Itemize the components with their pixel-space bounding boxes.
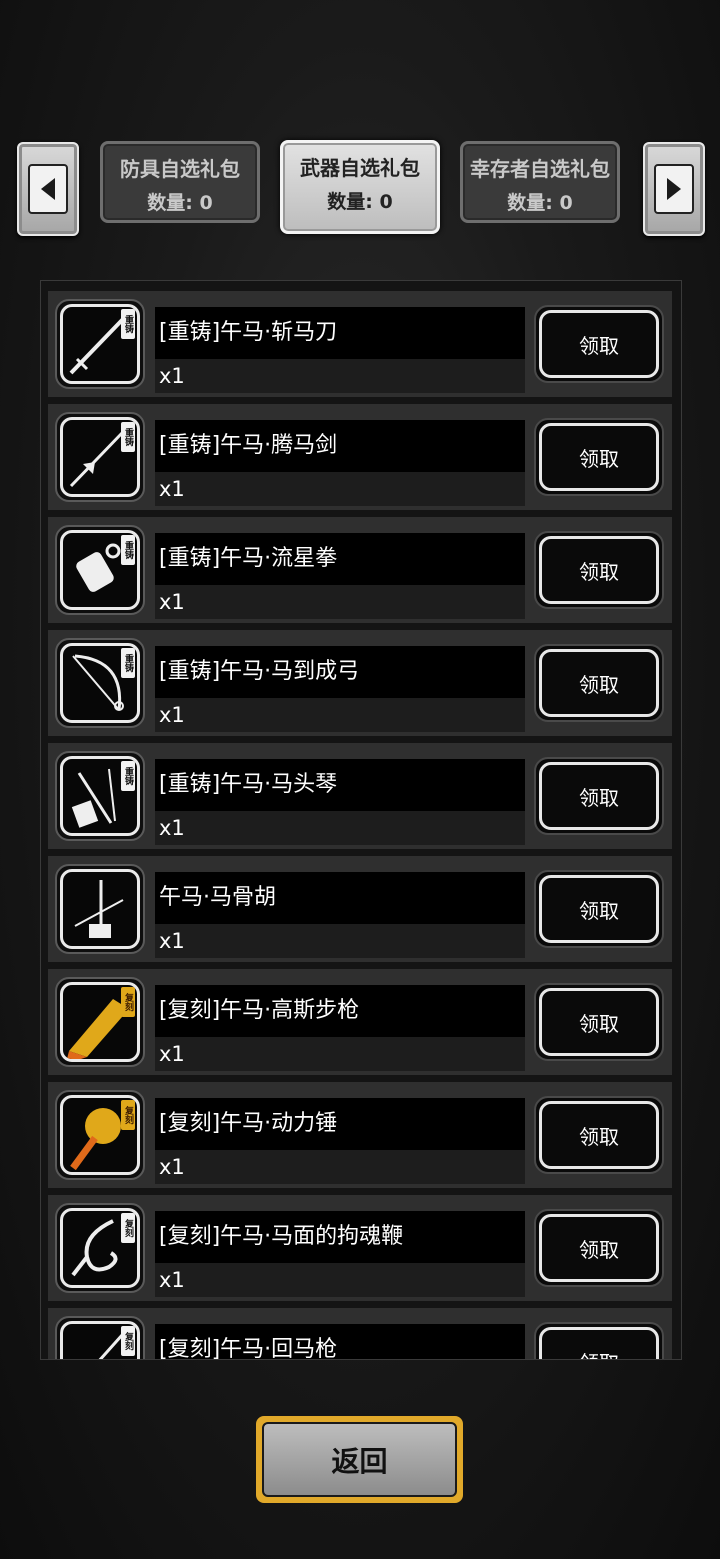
gauntlet-icon: 重铸 <box>60 530 140 610</box>
sword-icon: 重铸 <box>60 417 140 497</box>
item-badge: 重铸 <box>121 309 135 339</box>
prev-tab-button[interactable] <box>17 142 79 236</box>
item-slot: 重铸 <box>55 412 145 502</box>
reward-list[interactable]: 重铸 [重铸]午马·斩马刀 x1 领取 重铸 [重铸]午马·腾马剑 x1 领取 … <box>40 280 682 1360</box>
claim-button[interactable]: 领取 <box>534 418 664 496</box>
claim-button[interactable]: 领取 <box>534 1209 664 1287</box>
item-slot: 重铸 <box>55 525 145 615</box>
item-quantity: x1 <box>155 1150 525 1184</box>
item-name: [重铸]午马·斩马刀 <box>155 307 525 359</box>
blade-icon: 重铸 <box>60 304 140 384</box>
item-quantity: x1 <box>155 359 525 393</box>
list-item: 重铸 [重铸]午马·斩马刀 x1 领取 <box>48 291 672 397</box>
item-quantity: x1 <box>155 811 525 845</box>
claim-button[interactable]: 领取 <box>534 1096 664 1174</box>
list-item: 复刻 [复刻]午马·回马枪 x1 领取 <box>48 1308 672 1359</box>
item-name: [复刻]午马·回马枪 <box>155 1324 525 1359</box>
claim-button[interactable]: 领取 <box>534 1322 664 1359</box>
item-quantity: x1 <box>155 1037 525 1071</box>
item-slot: 复刻 <box>55 977 145 1067</box>
item-slot: 重铸 <box>55 751 145 841</box>
hammer-icon: 复刻 <box>60 1095 140 1175</box>
item-quantity: x1 <box>155 472 525 506</box>
item-slot: 复刻 <box>55 1203 145 1293</box>
item-name: [复刻]午马·马面的拘魂鞭 <box>155 1211 525 1263</box>
item-slot <box>55 864 145 954</box>
tab-armor-pack[interactable]: 防具自选礼包 数量: 0 <box>100 141 260 223</box>
item-badge: 重铸 <box>121 535 135 565</box>
left-arrow-icon <box>28 164 68 214</box>
item-badge: 复刻 <box>121 1326 135 1356</box>
item-name: 午马·马骨胡 <box>155 872 525 924</box>
tab-count: 数量: 0 <box>507 192 573 214</box>
tab-weapon-pack[interactable]: 武器自选礼包 数量: 0 <box>280 140 440 234</box>
item-badge: 重铸 <box>121 422 135 452</box>
tab-title: 幸存者自选礼包 <box>470 157 610 181</box>
item-name: [复刻]午马·动力锤 <box>155 1098 525 1150</box>
spear-icon: 复刻 <box>60 1321 140 1359</box>
whip-icon: 复刻 <box>60 1208 140 1288</box>
claim-button[interactable]: 领取 <box>534 870 664 948</box>
tab-title: 武器自选礼包 <box>300 156 420 180</box>
back-button[interactable]: 返回 <box>256 1416 463 1503</box>
item-slot: 重铸 <box>55 638 145 728</box>
list-item: 复刻 [复刻]午马·动力锤 x1 领取 <box>48 1082 672 1188</box>
erhu-icon <box>60 869 140 949</box>
list-item: 复刻 [复刻]午马·马面的拘魂鞭 x1 领取 <box>48 1195 672 1301</box>
claim-button[interactable]: 领取 <box>534 757 664 835</box>
item-badge: 重铸 <box>121 648 135 678</box>
horsehead-fiddle-icon: 重铸 <box>60 756 140 836</box>
list-item: 午马·马骨胡 x1 领取 <box>48 856 672 962</box>
item-badge: 复刻 <box>121 1100 135 1130</box>
item-name: [重铸]午马·马到成弓 <box>155 646 525 698</box>
tab-survivor-pack[interactable]: 幸存者自选礼包 数量: 0 <box>460 141 620 223</box>
claim-button[interactable]: 领取 <box>534 644 664 722</box>
item-name: [重铸]午马·腾马剑 <box>155 420 525 472</box>
list-item: 重铸 [重铸]午马·流星拳 x1 领取 <box>48 517 672 623</box>
item-name: [重铸]午马·马头琴 <box>155 759 525 811</box>
tab-title: 防具自选礼包 <box>120 157 240 181</box>
item-quantity: x1 <box>155 585 525 619</box>
right-arrow-icon <box>654 164 694 214</box>
list-item: 复刻 [复刻]午马·高斯步枪 x1 领取 <box>48 969 672 1075</box>
claim-button[interactable]: 领取 <box>534 531 664 609</box>
tab-count: 数量: 0 <box>327 191 393 213</box>
item-name: [重铸]午马·流星拳 <box>155 533 525 585</box>
bow-icon: 重铸 <box>60 643 140 723</box>
tab-count: 数量: 0 <box>147 192 213 214</box>
item-badge: 重铸 <box>121 761 135 791</box>
item-quantity: x1 <box>155 924 525 958</box>
item-quantity: x1 <box>155 698 525 732</box>
list-item: 重铸 [重铸]午马·腾马剑 x1 领取 <box>48 404 672 510</box>
item-name: [复刻]午马·高斯步枪 <box>155 985 525 1037</box>
list-item: 重铸 [重铸]午马·马到成弓 x1 领取 <box>48 630 672 736</box>
claim-button[interactable]: 领取 <box>534 305 664 383</box>
next-tab-button[interactable] <box>643 142 705 236</box>
back-button-label: 返回 <box>262 1422 457 1497</box>
list-item: 重铸 [重铸]午马·马头琴 x1 领取 <box>48 743 672 849</box>
rifle-icon: 复刻 <box>60 982 140 1062</box>
item-badge: 复刻 <box>121 1213 135 1243</box>
item-slot: 复刻 <box>55 1090 145 1180</box>
item-badge: 复刻 <box>121 987 135 1017</box>
claim-button[interactable]: 领取 <box>534 983 664 1061</box>
item-slot: 重铸 <box>55 299 145 389</box>
item-quantity: x1 <box>155 1263 525 1297</box>
item-slot: 复刻 <box>55 1316 145 1359</box>
